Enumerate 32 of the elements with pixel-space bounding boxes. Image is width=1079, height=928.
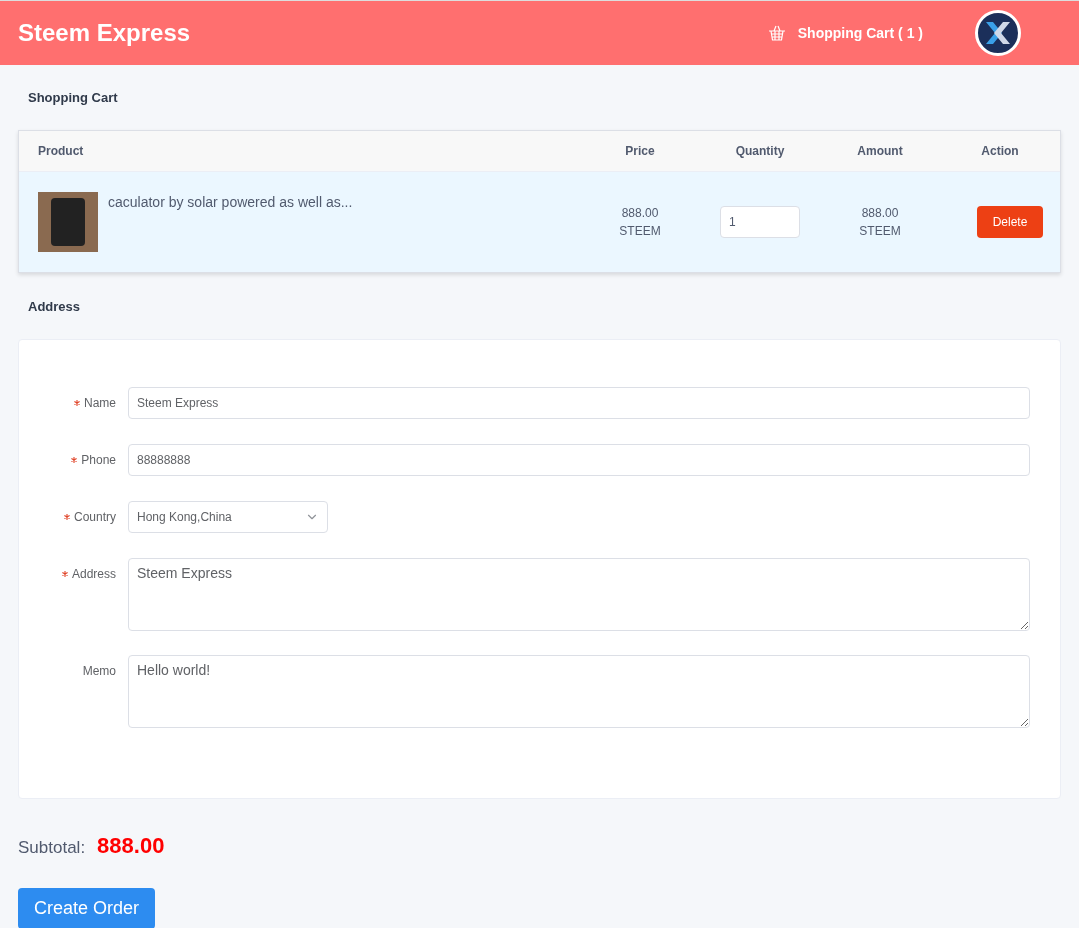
create-order-button[interactable]: Create Order xyxy=(18,888,156,928)
product-name: caculator by solar powered as well as... xyxy=(108,192,353,212)
column-header: Quantity xyxy=(734,142,786,160)
amount-text: STEEM xyxy=(859,222,901,240)
column-header: Amount xyxy=(856,142,904,160)
product-photo-placeholder xyxy=(38,191,98,252)
subtotal-label: Subtotal: xyxy=(18,837,86,859)
country-select[interactable]: Hong Kong,China xyxy=(128,501,328,533)
field-label: Name xyxy=(84,395,116,412)
field-label: Country xyxy=(73,509,116,526)
column-header: Price xyxy=(624,142,656,160)
section-title: Shopping Cart xyxy=(27,89,119,107)
text-area-field[interactable]: Steem Express xyxy=(128,558,1030,631)
text-input-field[interactable]: 88888888 xyxy=(128,444,1030,476)
field-label: Memo xyxy=(82,663,116,680)
text-input-field[interactable]: Steem Express xyxy=(128,387,1030,419)
text-area-field[interactable]: Hello world! xyxy=(128,655,1030,728)
section-title: Address xyxy=(27,297,82,316)
quantity-input[interactable]: 1 xyxy=(720,205,800,238)
user-avatar[interactable] xyxy=(975,10,1021,56)
basket-icon xyxy=(767,25,786,41)
field-label: Address xyxy=(71,566,116,583)
field-label: Phone xyxy=(81,452,116,469)
price-text: STEEM xyxy=(619,222,661,240)
column-header: Action xyxy=(980,142,1020,160)
x-logo-icon xyxy=(984,19,1012,47)
price-text: 888.00 xyxy=(621,204,659,222)
amount-text: 888.00 xyxy=(861,204,899,222)
subtotal-value: 888.00 xyxy=(97,832,165,860)
site-title: Steem Express xyxy=(18,18,191,48)
delete-button[interactable]: Delete xyxy=(976,205,1044,238)
column-header: Product xyxy=(37,142,85,160)
